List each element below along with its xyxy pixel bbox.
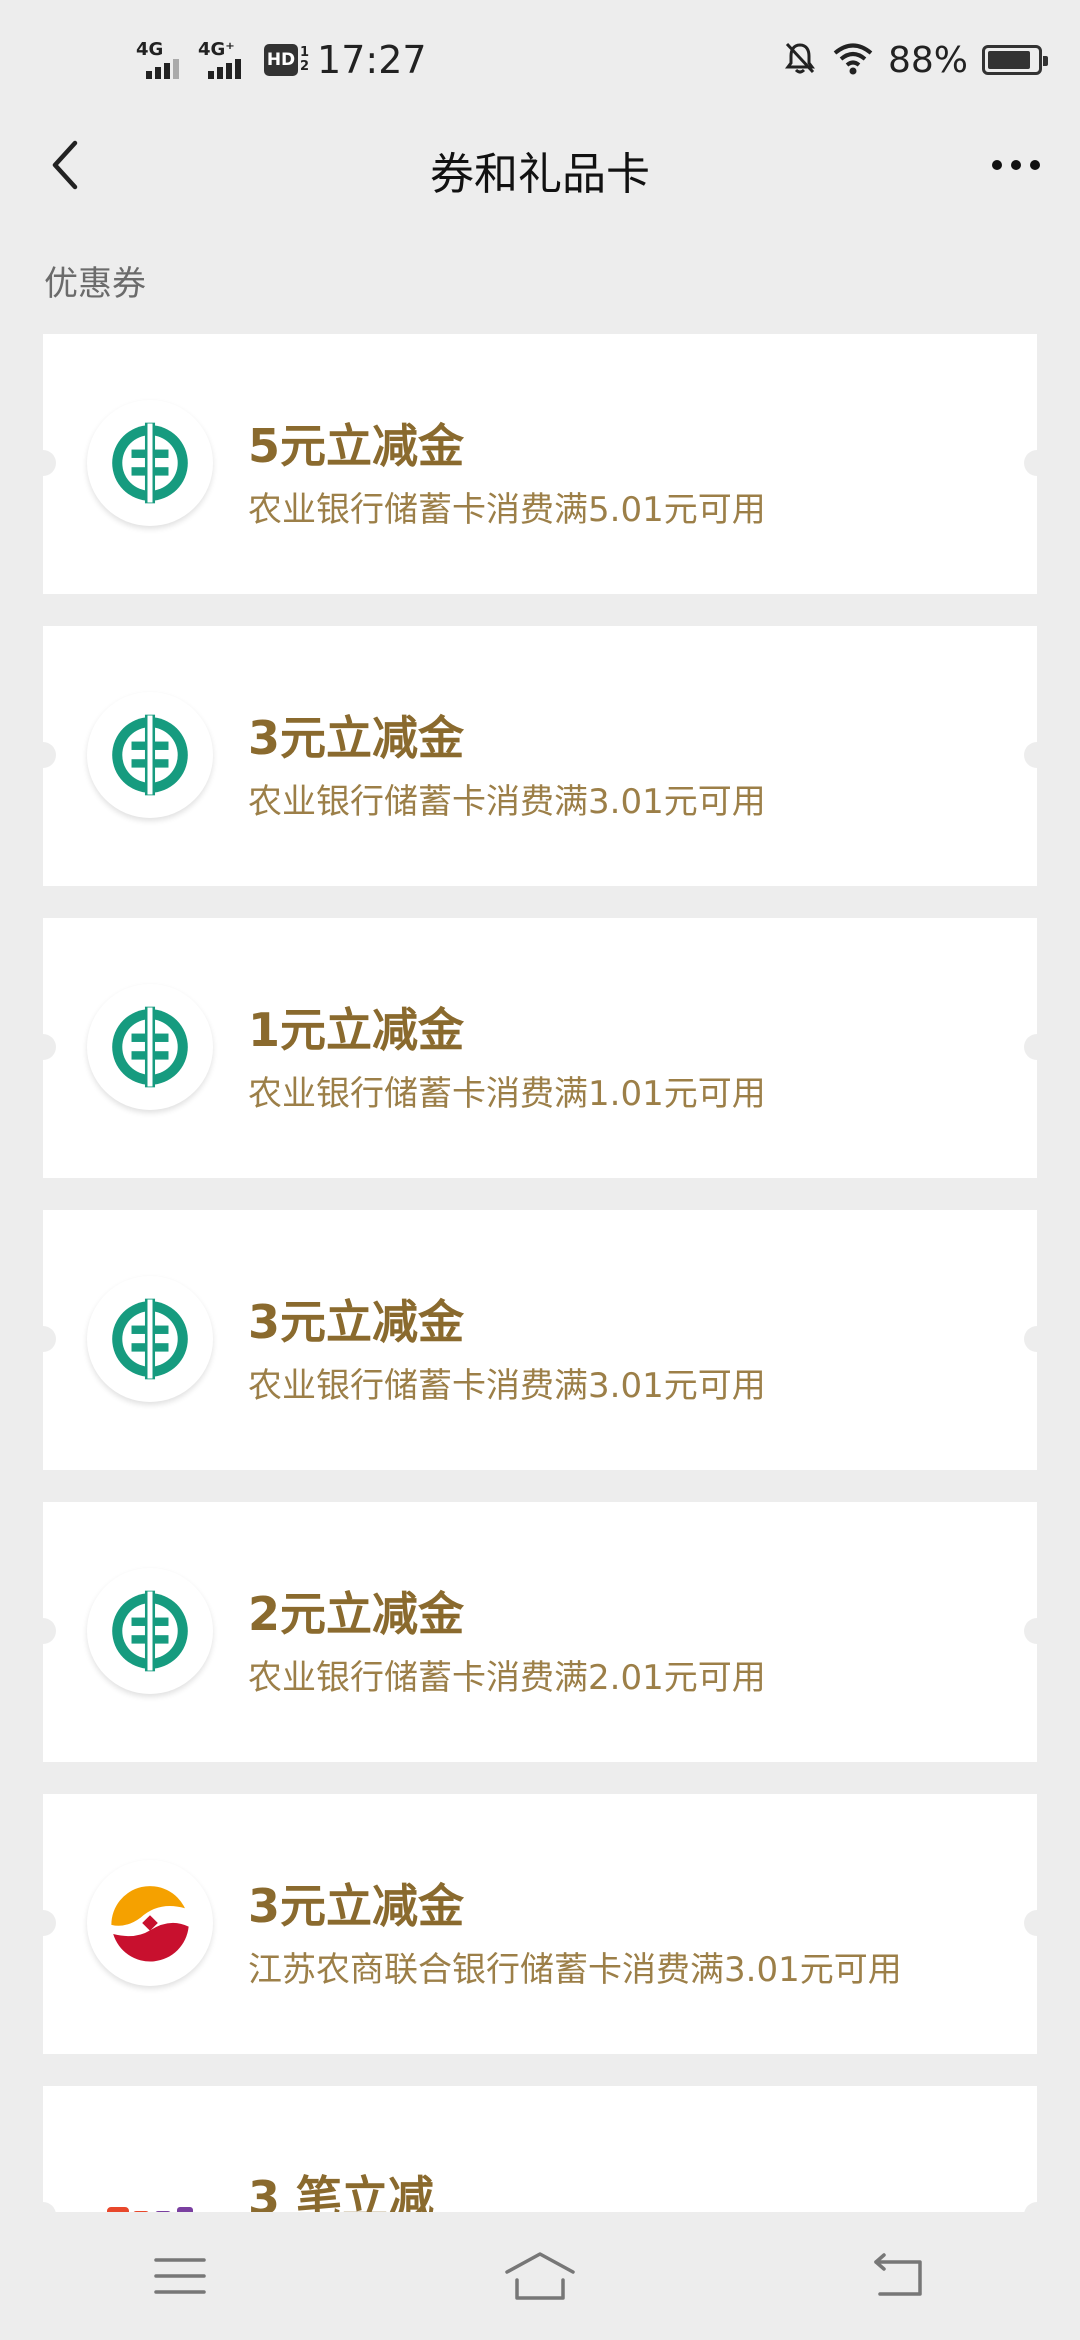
- back-icon: [874, 2253, 922, 2296]
- status-bar: 4G 4G⁺ HD 12 17:27 88%: [0, 0, 1080, 120]
- battery-icon: [982, 45, 1048, 75]
- coupon-card[interactable]: 3元立减金 农业银行储蓄卡消费满3.01元可用: [43, 626, 1037, 886]
- wifi-icon: [832, 40, 874, 80]
- coupon-title: 1元立减金: [248, 1003, 465, 1057]
- section-title: 优惠券: [44, 264, 146, 304]
- home-icon: [505, 2252, 575, 2300]
- coupon-card[interactable]: 5元立减金 农业银行储蓄卡消费满5.01元可用: [43, 334, 1037, 594]
- coupon-card[interactable]: 3元立减金 农业银行储蓄卡消费满3.01元可用: [43, 1210, 1037, 1470]
- clock: 17:27: [317, 38, 427, 82]
- hd-sub-label: 12: [300, 45, 310, 74]
- abc-bank-logo: [87, 400, 213, 526]
- signal-icon: 4G: [132, 35, 190, 85]
- coupon-title: 5元立减金: [248, 419, 465, 473]
- coupon-title: 3元立减金: [248, 1879, 465, 1933]
- network-type: 4G⁺: [198, 39, 235, 60]
- coupon-title: 2元立减金: [248, 1587, 465, 1641]
- menu-button[interactable]: [120, 2231, 240, 2321]
- coupon-card[interactable]: 1元立减金 农业银行储蓄卡消费满1.01元可用: [43, 918, 1037, 1178]
- abc-bank-logo: [87, 1568, 213, 1694]
- page-title: 券和礼品卡: [430, 149, 650, 200]
- battery-percent: 88%: [887, 39, 968, 81]
- battery-fill: [988, 51, 1030, 69]
- coupon-desc: 农业银行储蓄卡消费满5.01元可用: [248, 490, 766, 530]
- coupon-title: 3元立减金: [248, 711, 465, 765]
- coupon-desc: 农业银行储蓄卡消费满2.01元可用: [248, 1658, 766, 1698]
- coupon-title: 3元立减金: [248, 1295, 465, 1349]
- back-nav-button[interactable]: [840, 2231, 960, 2321]
- abc-bank-logo: [87, 984, 213, 1110]
- status-left: 4G 4G⁺ HD 12 17:27: [132, 30, 427, 90]
- abc-bank-logo: [87, 1276, 213, 1402]
- coupon-card[interactable]: 2元立减金 农业银行储蓄卡消费满2.01元可用: [43, 1502, 1037, 1762]
- coupon-desc: 农业银行储蓄卡消费满1.01元可用: [248, 1074, 766, 1114]
- coupon-desc: 农业银行储蓄卡消费满3.01元可用: [248, 782, 766, 822]
- jsrcb-logo: [87, 1860, 213, 1986]
- coupon-title: 3 笔立减: [248, 2171, 435, 2212]
- bank-logo: [95, 2152, 221, 2212]
- more-button[interactable]: [976, 130, 1056, 200]
- coupon-card[interactable]: 3 笔立减: [43, 2086, 1037, 2212]
- coupon-card[interactable]: 3元立减金 江苏农商联合银行储蓄卡消费满3.01元可用: [43, 1794, 1037, 2054]
- coupon-list[interactable]: 5元立减金 农业银行储蓄卡消费满5.01元可用 3元立减金 农业银行储蓄卡消费满…: [43, 334, 1037, 2212]
- mute-bell-icon: [782, 40, 818, 80]
- system-nav-bar: [0, 2212, 1080, 2340]
- network-type: 4G: [136, 39, 164, 60]
- coupon-desc: 农业银行储蓄卡消费满3.01元可用: [248, 1366, 766, 1406]
- hd-icon: HD: [264, 44, 298, 76]
- status-right: 88%: [782, 30, 1048, 90]
- home-button[interactable]: [480, 2231, 600, 2321]
- signal-icon: 4G⁺: [194, 35, 252, 85]
- nav-bar: 券和礼品卡: [0, 120, 1080, 210]
- more-dots-icon: [992, 160, 1002, 170]
- menu-icon: [154, 2258, 206, 2294]
- coupon-desc: 江苏农商联合银行储蓄卡消费满3.01元可用: [248, 1950, 902, 1990]
- abc-bank-logo: [87, 692, 213, 818]
